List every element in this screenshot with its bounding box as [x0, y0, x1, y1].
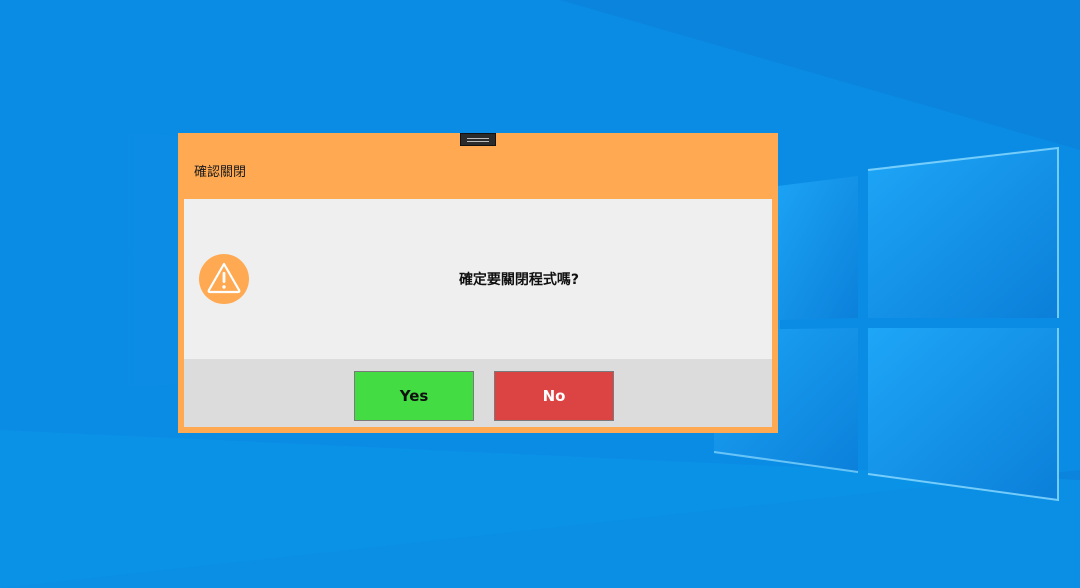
dialog-title: 確認關閉: [194, 165, 247, 180]
drag-handle[interactable]: [460, 133, 496, 146]
yes-button[interactable]: Yes: [354, 371, 474, 421]
dialog-button-bar: Yes No: [184, 359, 772, 427]
desktop: 確認關閉 確定要關閉程式嗎? Yes No: [0, 0, 1080, 588]
dialog-body: 確定要關閉程式嗎?: [184, 199, 772, 359]
confirm-close-dialog: 確認關閉 確定要關閉程式嗎? Yes No: [178, 133, 778, 433]
dialog-message: 確定要關閉程式嗎?: [458, 272, 580, 288]
no-button[interactable]: No: [494, 371, 614, 421]
